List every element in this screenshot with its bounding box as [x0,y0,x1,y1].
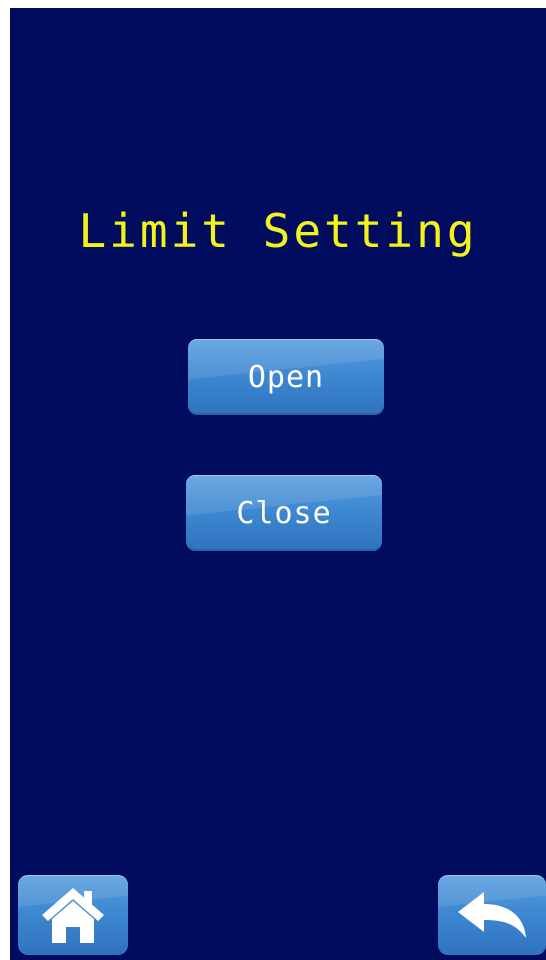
back-arrow-icon [438,875,546,955]
close-button[interactable]: Close [186,475,382,551]
close-button-label: Close [236,495,332,531]
limit-setting-screen: Limit Setting Open Close [10,8,546,960]
home-icon [18,875,128,955]
open-button[interactable]: Open [188,339,384,415]
open-button-label: Open [247,359,325,395]
home-button[interactable] [18,875,128,955]
page-title: Limit Setting [78,204,478,258]
back-button[interactable] [438,875,546,955]
